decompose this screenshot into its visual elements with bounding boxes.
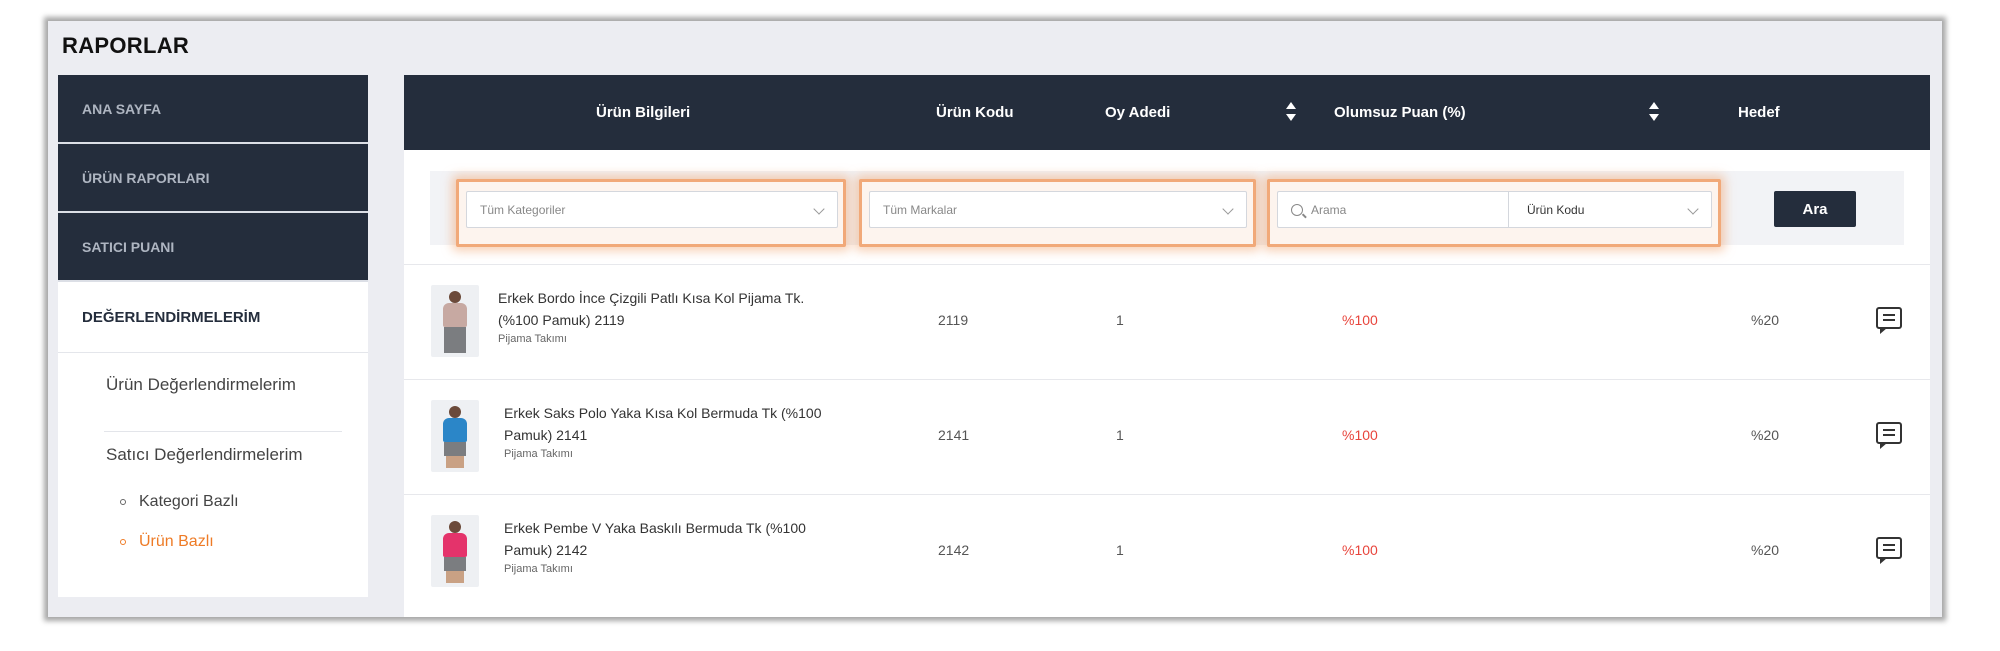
product-name[interactable]: Erkek Saks Polo Yaka Kısa Kol Bermuda Tk… xyxy=(504,402,839,446)
comment-icon[interactable] xyxy=(1876,537,1902,564)
bullet-icon xyxy=(120,539,126,545)
sidebar-sub-item-product-based[interactable]: Ürün Bazlı xyxy=(120,533,214,551)
product-image[interactable] xyxy=(431,515,479,587)
search-placeholder: Arama xyxy=(1311,202,1347,217)
table-row: Erkek Bordo İnce Çizgili Patlı Kısa Kol … xyxy=(404,264,1930,379)
category-select[interactable]: Tüm Kategoriler xyxy=(466,191,838,228)
product-code: 2141 xyxy=(938,427,970,443)
sidebar-item-my-reviews[interactable]: DEĞERLENDİRMELERİM xyxy=(58,282,368,353)
sidebar-sub-item-label: Kategori Bazlı xyxy=(139,493,239,510)
sidebar-item-home[interactable]: ANA SAYFA xyxy=(58,75,368,144)
sidebar: ANA SAYFA ÜRÜN RAPORLARI SATICI PUANI DE… xyxy=(58,75,368,597)
chevron-down-icon xyxy=(1222,203,1234,215)
chevron-down-icon xyxy=(1687,203,1699,215)
category-select-value: Tüm Kategoriler xyxy=(480,202,566,217)
table-row: Erkek Pembe V Yaka Baskılı Bermuda Tk (%… xyxy=(404,494,1930,609)
search-input[interactable]: Arama xyxy=(1277,191,1508,228)
product-image[interactable] xyxy=(431,400,479,472)
column-header-vote-count: Oy Adedi xyxy=(1105,104,1171,121)
column-header-target: Hedef xyxy=(1738,104,1780,121)
sidebar-item-label: ÜRÜN RAPORLARI xyxy=(82,169,210,186)
vote-count: 1 xyxy=(1116,312,1124,328)
negative-score: %100 xyxy=(1342,542,1378,558)
comment-icon[interactable] xyxy=(1876,422,1902,449)
divider xyxy=(104,431,342,432)
brand-select[interactable]: Tüm Markalar xyxy=(869,191,1247,228)
product-code: 2142 xyxy=(938,542,970,558)
sidebar-item-label: SATICI PUANI xyxy=(82,238,175,255)
sidebar-sub-item-seller-reviews[interactable]: Satıcı Değerlendirmelerim xyxy=(106,445,303,465)
table-row: Erkek Saks Polo Yaka Kısa Kol Bermuda Tk… xyxy=(404,379,1930,494)
sort-icon[interactable] xyxy=(1648,101,1660,123)
negative-score: %100 xyxy=(1342,312,1378,328)
product-name[interactable]: Erkek Pembe V Yaka Baskılı Bermuda Tk (%… xyxy=(504,517,839,561)
search-type-select[interactable]: Ürün Kodu xyxy=(1508,191,1712,228)
sidebar-sub-item-category-based[interactable]: Kategori Bazlı xyxy=(120,493,239,511)
column-header-product-code: Ürün Kodu xyxy=(936,104,1014,121)
sort-icon[interactable] xyxy=(1285,101,1297,123)
sidebar-item-product-reports[interactable]: ÜRÜN RAPORLARI xyxy=(58,144,368,213)
negative-score: %100 xyxy=(1342,427,1378,443)
search-icon xyxy=(1291,203,1303,216)
target-value: %20 xyxy=(1751,312,1780,328)
vote-count: 1 xyxy=(1116,542,1124,558)
product-category: Pijama Takımı xyxy=(504,448,573,460)
product-category: Pijama Takımı xyxy=(498,333,567,345)
sidebar-sub-item-product-reviews[interactable]: Ürün Değerlendirmelerim xyxy=(106,375,296,395)
vote-count: 1 xyxy=(1116,427,1124,443)
bullet-icon xyxy=(120,499,126,505)
sidebar-sub-item-label: Ürün Bazlı xyxy=(139,533,214,550)
target-value: %20 xyxy=(1751,542,1780,558)
table-header: Ürün Bilgileri Ürün Kodu Oy Adedi Olumsu… xyxy=(404,75,1930,150)
target-value: %20 xyxy=(1751,427,1780,443)
product-code: 2119 xyxy=(938,312,969,328)
product-image[interactable] xyxy=(431,285,479,357)
comment-icon[interactable] xyxy=(1876,307,1902,334)
column-header-negative-score: Olumsuz Puan (%) xyxy=(1334,104,1466,121)
reports-table: Ürün Bilgileri Ürün Kodu Oy Adedi Olumsu… xyxy=(404,75,1930,617)
sidebar-item-seller-score[interactable]: SATICI PUANI xyxy=(58,213,368,282)
product-category: Pijama Takımı xyxy=(504,563,573,575)
chevron-down-icon xyxy=(813,203,825,215)
product-name[interactable]: Erkek Bordo İnce Çizgili Patlı Kısa Kol … xyxy=(498,287,833,331)
reports-window: RAPORLAR ANA SAYFA ÜRÜN RAPORLARI SATICI… xyxy=(48,21,1942,617)
column-header-product-info: Ürün Bilgileri xyxy=(596,104,691,121)
brand-select-value: Tüm Markalar xyxy=(883,202,958,217)
page-title: RAPORLAR xyxy=(62,33,190,58)
sidebar-item-label: DEĞERLENDİRMELERİM xyxy=(82,308,261,326)
sidebar-item-label: ANA SAYFA xyxy=(82,100,162,117)
search-type-value: Ürün Kodu xyxy=(1527,202,1585,217)
search-button[interactable]: Ara xyxy=(1774,191,1856,227)
